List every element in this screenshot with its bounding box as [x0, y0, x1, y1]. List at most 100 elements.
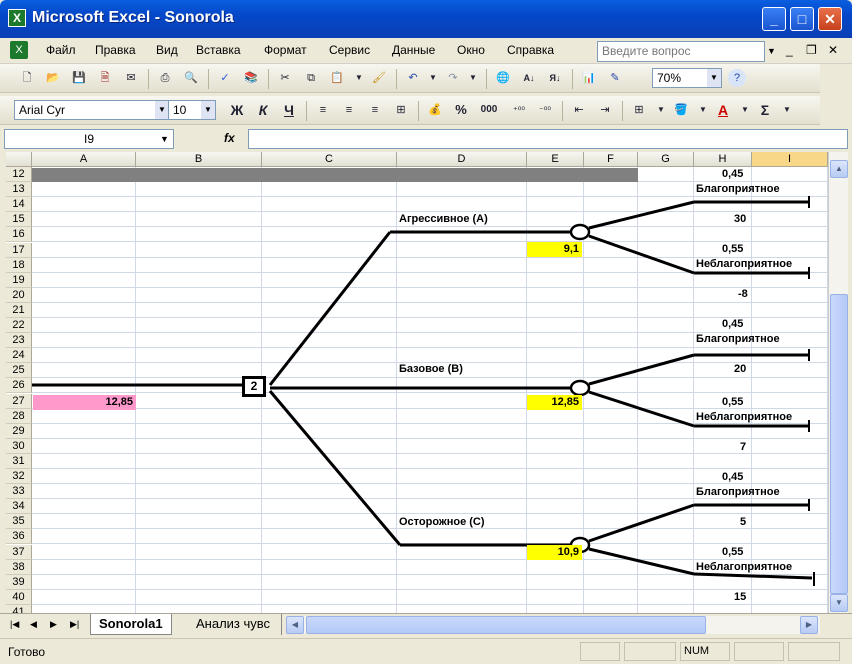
c-unfav-payoff[interactable]: 15	[734, 590, 746, 605]
bold-button[interactable]: Ж	[228, 101, 246, 119]
help-icon[interactable]: ?	[728, 69, 746, 87]
autosum-dropdown-icon[interactable]: ▼	[778, 101, 796, 119]
drawing-icon[interactable]: ✎	[606, 69, 624, 87]
worksheet-grid[interactable]: ABCDEFGHI 12 13 14 15 16 17 18 19 20 21 22 23 24 25 26…	[6, 152, 828, 613]
undo-dropdown-icon[interactable]: ▼	[424, 69, 442, 87]
font-name-select[interactable]: Arial Cyr ▼	[14, 100, 170, 120]
print-icon[interactable]: ⎙	[156, 69, 174, 87]
menu-data[interactable]: Данные	[392, 43, 435, 57]
name-box-dropdown-icon[interactable]: ▼	[160, 134, 169, 144]
menu-insert[interactable]: Вставка	[196, 43, 241, 57]
b-fav-payoff[interactable]: 20	[734, 362, 746, 377]
sheet-tab-analysis[interactable]: Анализ чувс	[188, 614, 282, 635]
email-icon[interactable]: ✉	[122, 69, 140, 87]
save-icon[interactable]: 💾	[70, 69, 88, 87]
b-unfav-payoff[interactable]: 7	[740, 440, 746, 455]
next-sheet-icon[interactable]: ▶	[50, 619, 57, 630]
borders-icon[interactable]: ⊞	[630, 101, 648, 119]
doc-restore-button[interactable]: ❐	[806, 43, 817, 57]
menu-window[interactable]: Окно	[457, 43, 485, 57]
cut-icon[interactable]: ✂	[276, 69, 294, 87]
autosum-icon[interactable]: Σ	[756, 101, 774, 119]
paste-icon[interactable]: 📋	[328, 69, 346, 87]
percent-button[interactable]: %	[452, 101, 470, 119]
formula-input[interactable]	[248, 129, 848, 149]
vertical-scrollbar[interactable]: ▲ ▼	[828, 152, 848, 613]
excel-app-icon[interactable]: X	[8, 9, 26, 27]
help-question-input[interactable]: Введите вопрос	[597, 41, 765, 62]
merge-center-icon[interactable]: ⊞	[392, 101, 410, 119]
align-center-icon[interactable]: ≡	[340, 101, 358, 119]
align-left-icon[interactable]: ≡	[314, 101, 332, 119]
root-expected-value[interactable]: 12,85	[33, 395, 136, 410]
horizontal-scroll-thumb[interactable]	[306, 616, 706, 634]
b-unfav-probability[interactable]: 0,55	[722, 395, 743, 410]
scroll-left-icon[interactable]: ◀	[286, 616, 304, 634]
c-fav-payoff[interactable]: 5	[740, 515, 746, 530]
sort-descending-icon[interactable]: Я↓	[546, 69, 564, 87]
prev-sheet-icon[interactable]: ◀	[30, 619, 37, 630]
font-dropdown-icon[interactable]: ▼	[155, 101, 169, 119]
borders-dropdown-icon[interactable]: ▼	[652, 101, 670, 119]
hyperlink-icon[interactable]: 🌐	[494, 69, 512, 87]
c-fav-probability[interactable]: 0,45	[722, 470, 743, 485]
menu-format[interactable]: Формат	[264, 43, 307, 57]
a-fav-probability[interactable]: 0,45	[722, 167, 743, 182]
b-fav-probability[interactable]: 0,45	[722, 317, 743, 332]
chart-wizard-icon[interactable]: 📊	[580, 69, 598, 87]
doc-minimize-button[interactable]: _	[786, 43, 793, 57]
doc-close-button[interactable]: ✕	[828, 43, 838, 57]
research-icon[interactable]: 📚	[242, 69, 260, 87]
c-unfav-probability[interactable]: 0,55	[722, 545, 743, 560]
a-unfav-probability[interactable]: 0,55	[722, 242, 743, 257]
workbook-icon[interactable]: X	[10, 41, 28, 59]
increase-decimal-icon[interactable]: ⁺⁰⁰	[510, 101, 528, 119]
menu-help[interactable]: Справка	[507, 43, 554, 57]
format-painter-icon[interactable]: 🖌	[370, 69, 388, 87]
decrease-indent-icon[interactable]: ⇤	[570, 101, 588, 119]
menu-tools[interactable]: Сервис	[329, 43, 370, 57]
spelling-icon[interactable]: ✓	[216, 69, 234, 87]
a-unfav-payoff[interactable]: -8	[738, 287, 748, 302]
first-sheet-icon[interactable]: |◀	[10, 619, 19, 630]
insert-function-icon[interactable]: fx	[224, 131, 235, 145]
thousands-separator-button[interactable]: 000	[480, 101, 498, 119]
underline-button[interactable]: Ч	[280, 101, 298, 119]
menu-view[interactable]: Вид	[156, 43, 178, 57]
a-fav-payoff[interactable]: 30	[734, 212, 746, 227]
open-icon[interactable]: 📂	[44, 69, 62, 87]
permission-icon[interactable]: 🗎	[96, 69, 114, 87]
copy-icon[interactable]: ⧉	[302, 69, 320, 87]
scroll-right-icon[interactable]: ▶	[800, 616, 818, 634]
maximize-button[interactable]: □	[790, 7, 814, 31]
redo-icon[interactable]: ↷	[444, 69, 462, 87]
sheet-tab-active[interactable]: Sonorola1	[90, 614, 172, 635]
close-button[interactable]: ✕	[818, 7, 842, 31]
scroll-down-icon[interactable]: ▼	[830, 594, 848, 612]
decrease-decimal-icon[interactable]: ⁻⁰⁰	[536, 101, 554, 119]
help-dropdown-icon[interactable]: ▼	[767, 46, 776, 56]
horizontal-scrollbar[interactable]: ◀ ▶	[286, 616, 820, 634]
zoom-select[interactable]: 70% ▼	[652, 68, 722, 88]
print-preview-icon[interactable]: 🔍	[182, 69, 200, 87]
menu-edit[interactable]: Правка	[95, 43, 136, 57]
currency-icon[interactable]: 💰	[426, 101, 444, 119]
font-size-dropdown-icon[interactable]: ▼	[201, 101, 215, 119]
branch-b-ev[interactable]: 12,85	[527, 395, 582, 410]
new-icon[interactable]: 🗋	[18, 69, 36, 87]
redo-dropdown-icon[interactable]: ▼	[464, 69, 482, 87]
branch-c-ev[interactable]: 10,9	[527, 545, 582, 560]
zoom-dropdown-icon[interactable]: ▼	[707, 69, 721, 87]
italic-button[interactable]: К	[254, 101, 272, 119]
minimize-button[interactable]: _	[762, 7, 786, 31]
fill-color-dropdown-icon[interactable]: ▼	[694, 101, 712, 119]
increase-indent-icon[interactable]: ⇥	[596, 101, 614, 119]
fill-color-icon[interactable]: 🪣	[672, 101, 690, 119]
last-sheet-icon[interactable]: ▶|	[70, 619, 79, 630]
font-color-dropdown-icon[interactable]: ▼	[736, 101, 754, 119]
font-size-select[interactable]: 10 ▼	[168, 100, 216, 120]
font-color-icon[interactable]: A	[714, 101, 732, 119]
undo-icon[interactable]: ↶	[404, 69, 422, 87]
name-box[interactable]: I9	[4, 129, 174, 149]
scroll-up-icon[interactable]: ▲	[830, 160, 848, 178]
